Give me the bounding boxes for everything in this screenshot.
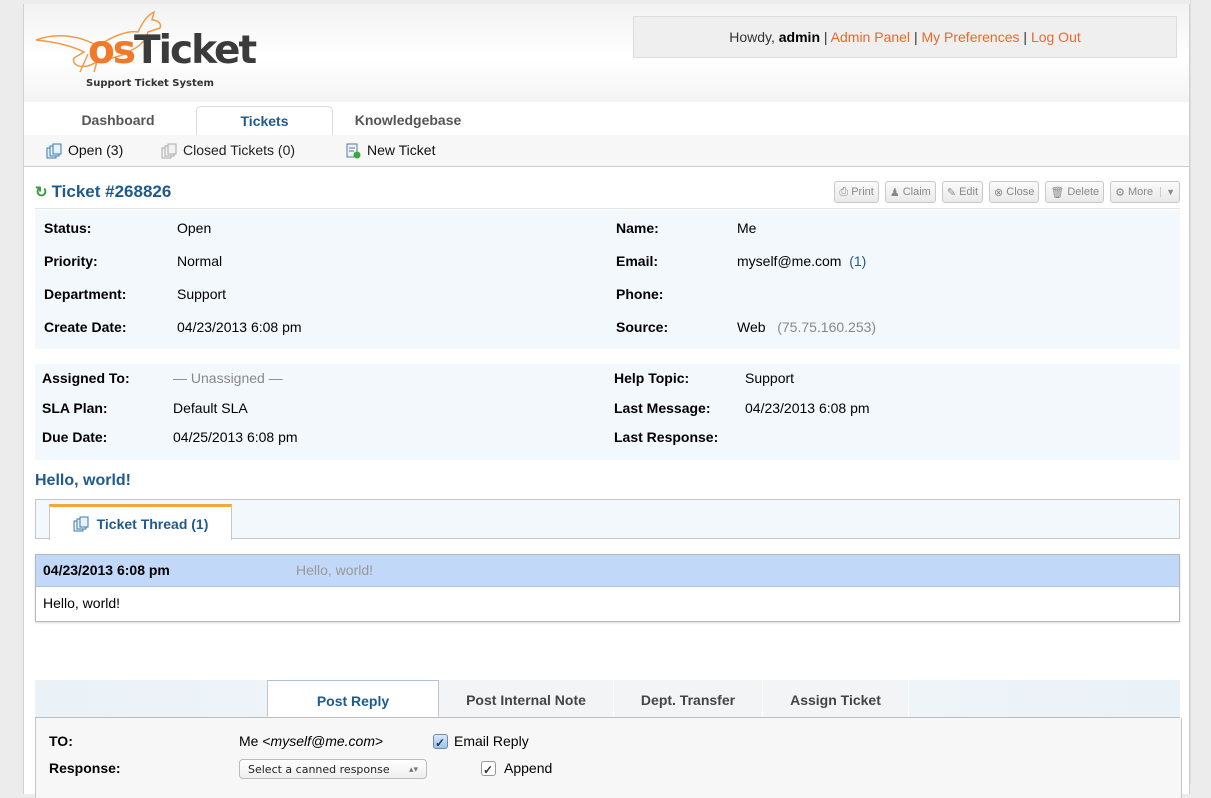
email-value: myself@me.com (1) [737, 253, 867, 269]
due-date-value: 04/25/2013 6:08 pm [173, 429, 298, 445]
info-row: Create Date: 04/23/2013 6:08 pm Source: … [35, 311, 1180, 344]
tab-post-reply[interactable]: Post Reply [267, 680, 439, 717]
closed-tickets-icon [161, 143, 177, 158]
append-option: Append [481, 755, 552, 783]
page-container: osTicket Support Ticket System Howdy, ad… [23, 4, 1190, 798]
more-button[interactable]: ⚙ More ▼ [1110, 181, 1180, 203]
admin-panel-link[interactable]: Admin Panel [831, 29, 910, 45]
thread-entry-title: Hello, world! [296, 562, 374, 578]
header: osTicket Support Ticket System Howdy, ad… [24, 4, 1189, 102]
create-date-value: 04/23/2013 6:08 pm [177, 319, 302, 335]
subnav-closed-tickets[interactable]: Closed Tickets (0) [161, 135, 295, 166]
tab-dept-transfer[interactable]: Dept. Transfer [614, 680, 763, 717]
tickets-stack-icon [46, 143, 62, 158]
email-ticket-count-link[interactable]: (1) [849, 253, 866, 269]
refresh-icon[interactable]: ↻ [35, 183, 48, 201]
print-button[interactable]: ⎙ Print [834, 181, 879, 203]
right-gutter [1190, 0, 1211, 784]
greeting: Howdy, [729, 29, 775, 45]
reply-form: TO: Me <myself@me.com> Email Reply Respo… [35, 718, 1182, 798]
close-circle-icon: ⊗ [994, 186, 1004, 199]
divider [35, 208, 1180, 209]
tab-post-internal-note[interactable]: Post Internal Note [439, 680, 614, 717]
subnav-open[interactable]: Open (3) [46, 135, 123, 166]
info-row: Priority: Normal Email: myself@me.com (1… [35, 245, 1180, 278]
reply-tabs: Post Reply Post Internal Note Dept. Tran… [35, 680, 1180, 718]
thread-entry: 04/23/2013 6:08 pm Hello, world! Hello, … [35, 554, 1180, 622]
select-arrows-icon: ▴▾ [408, 765, 418, 775]
delete-button[interactable]: 🗑 Delete [1045, 181, 1105, 203]
logo-tagline: Support Ticket System [86, 78, 214, 89]
department-value: Support [177, 286, 227, 302]
tab-dashboard[interactable]: Dashboard [32, 106, 204, 135]
ticket-subject: Hello, world! [35, 472, 131, 489]
to-recipient: Me <myself@me.com> [239, 733, 384, 749]
info-row: Status: Open Name: Me [35, 212, 1180, 245]
sub-nav: Open (3) Closed Tickets (0) New Ticket [24, 135, 1189, 167]
my-preferences-link[interactable]: My Preferences [921, 29, 1019, 45]
ticket-assignment-block: Assigned To: — Unassigned — Help Topic: … [35, 364, 1180, 460]
name-value: Me [737, 220, 757, 236]
info-row: Assigned To: — Unassigned — Help Topic: … [35, 362, 1180, 395]
info-row: Due Date: 04/25/2013 6:08 pm Last Respon… [35, 421, 1180, 454]
edit-icon: ✎ [946, 186, 957, 199]
user-icon: ♟ [889, 186, 900, 199]
trash-icon: 🗑 [1050, 186, 1065, 199]
assigned-to-value: — Unassigned — [173, 370, 283, 386]
username: admin [778, 29, 820, 45]
chevron-down-icon[interactable]: ▼ [1160, 187, 1175, 197]
append-checkbox[interactable] [481, 757, 496, 783]
email-reply-checkbox[interactable] [433, 730, 448, 756]
help-topic-value: Support [745, 370, 795, 386]
logo-text: osTicket [88, 28, 257, 73]
canned-response-select[interactable]: Select a canned response ▴▾ [239, 759, 427, 779]
close-button[interactable]: ⊗ Close [989, 181, 1040, 203]
source-ip: (75.75.160.253) [777, 319, 877, 335]
main-nav: Dashboard Tickets Knowledgebase [24, 106, 1189, 136]
thread-entry-date: 04/23/2013 6:08 pm [43, 562, 170, 578]
thread-entry-body: Hello, world! [43, 595, 121, 611]
ticket-info-block: Status: Open Name: Me Priority: Normal E… [35, 210, 1180, 349]
email-reply-option: Email Reply [433, 728, 529, 756]
source-value: Web (75.75.160.253) [737, 319, 877, 335]
log-out-link[interactable]: Log Out [1031, 29, 1081, 45]
status-value: Open [177, 220, 212, 236]
user-info-bar: Howdy, admin | Admin Panel | My Preferen… [633, 16, 1177, 58]
info-row: Department: Support Phone: [35, 278, 1180, 311]
new-ticket-icon [346, 143, 361, 158]
print-icon: ⎙ [839, 185, 849, 198]
tab-ticket-thread[interactable]: Ticket Thread (1) [49, 504, 232, 540]
thread-entry-header: 04/23/2013 6:08 pm Hello, world! [36, 555, 1179, 587]
gear-icon: ⚙ [1115, 186, 1126, 199]
ticket-title: ↻ Ticket #268826 [35, 182, 172, 201]
tickets-stack-icon [73, 516, 89, 531]
subnav-new-ticket[interactable]: New Ticket [345, 135, 435, 166]
to-row: TO: Me <myself@me.com> Email Reply [36, 728, 1181, 756]
ticket-actions: ⎙ Print ♟ Claim ✎ Edit ⊗ Close 🗑 Delete ⚙ More… [834, 181, 1180, 203]
tab-assign-ticket[interactable]: Assign Ticket [763, 680, 909, 717]
priority-value: Normal [177, 253, 223, 269]
response-row: Response: Select a canned response▴▾ App… [36, 755, 1181, 783]
tab-knowledgebase[interactable]: Knowledgebase [334, 106, 482, 135]
tab-tickets[interactable]: Tickets [196, 106, 333, 136]
logo[interactable]: osTicket Support Ticket System [28, 6, 257, 94]
thread-tabs: Ticket Thread (1) [35, 499, 1180, 540]
edit-button[interactable]: ✎ Edit [941, 181, 984, 203]
claim-button[interactable]: ♟ Claim [884, 181, 936, 203]
